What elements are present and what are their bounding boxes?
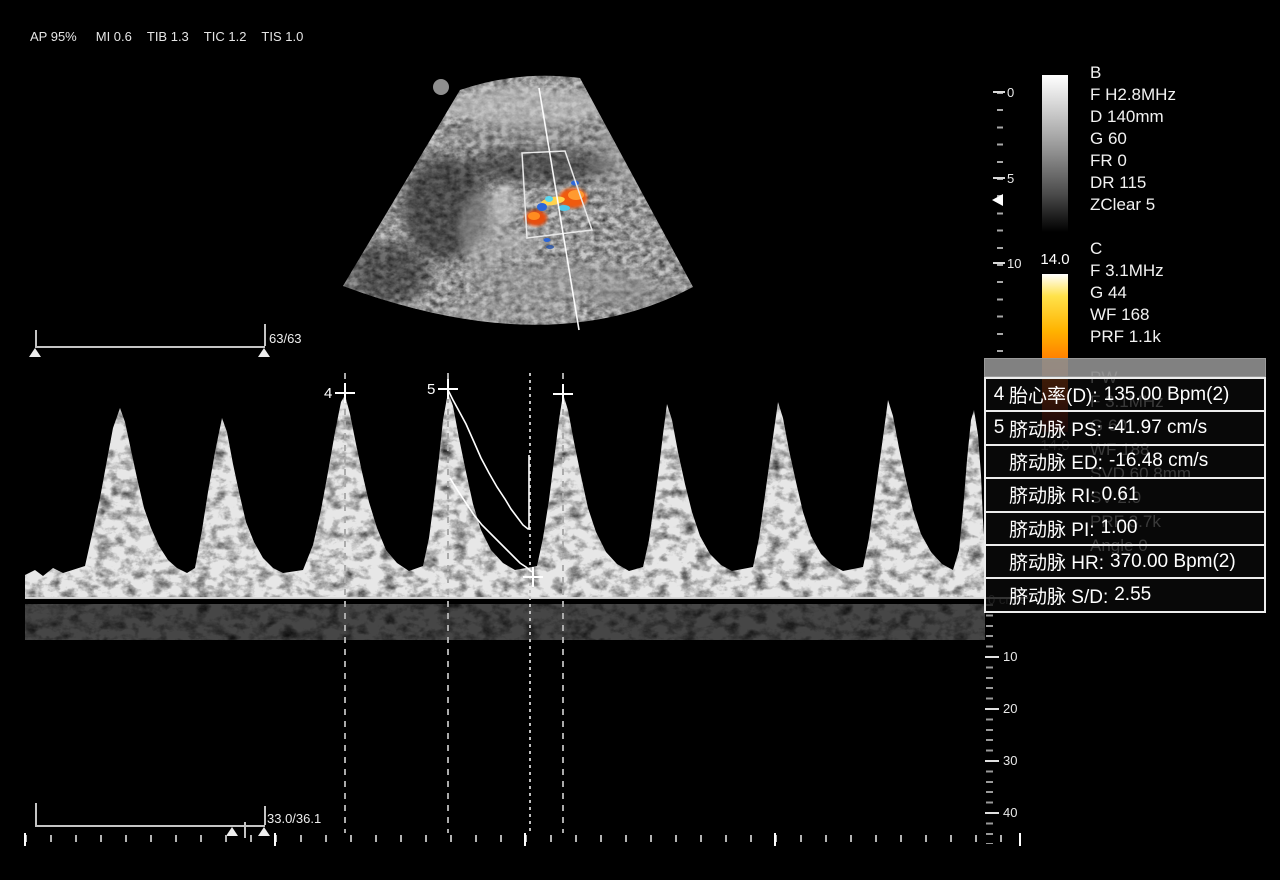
velocity-tick-10 xyxy=(985,656,999,658)
velocity-label-30: 30 xyxy=(1003,753,1017,768)
focus-marker-icon[interactable] xyxy=(992,194,1003,206)
doppler-baseline[interactable] xyxy=(25,597,1028,599)
b-mode-title: B xyxy=(1090,62,1176,84)
velocity-tick-30 xyxy=(985,760,999,762)
status-ap: AP 95% xyxy=(30,29,77,44)
velocity-label-10: 10 xyxy=(1003,649,1017,664)
result-row-ua-pi: 脐动脉 PI: 1.00 xyxy=(984,511,1266,544)
depth-label-10: 10 xyxy=(1007,256,1021,271)
measure-line-4[interactable] xyxy=(344,373,346,833)
status-tib: TIB 1.3 xyxy=(147,29,189,44)
measurement-results-panel: 4 胎心率(D): 135.00 Bpm(2) 5 脐动脉 PS: -41.97… xyxy=(984,358,1266,613)
result-row-ua-ri: 脐动脉 RI: 0.61 xyxy=(984,477,1266,510)
time-major-tick xyxy=(524,833,526,846)
caliper-5-label: 5 xyxy=(427,381,435,398)
sweep-bar-end-tick xyxy=(264,806,266,825)
status-tis: TIS 1.0 xyxy=(261,29,303,44)
cine-frame-counter: 63/63 xyxy=(269,331,302,346)
result-row-ua-sd: 脐动脉 S/D: 2.55 xyxy=(984,577,1266,612)
depth-tick-10 xyxy=(993,262,1005,264)
time-major-tick xyxy=(274,833,276,846)
cine-bar-end-tick xyxy=(264,324,266,346)
caliper-5-cross[interactable] xyxy=(438,379,458,399)
time-major-tick xyxy=(774,833,776,846)
b-mode-sector-image xyxy=(330,58,722,344)
result-row-ua-hr: 脐动脉 HR: 370.00 Bpm(2) xyxy=(984,544,1266,577)
depth-tick-0 xyxy=(993,91,1005,93)
colorbar-scale-top-label: 14.0 xyxy=(1034,251,1076,268)
depth-label-5: 5 xyxy=(1007,171,1014,186)
velocity-label-20: 20 xyxy=(1003,701,1017,716)
sweep-bar-start-tick xyxy=(35,803,37,825)
status-mi: MI 0.6 xyxy=(96,29,132,44)
below-baseline-noise xyxy=(25,604,985,640)
velocity-ruler-minor-ticks xyxy=(986,604,993,844)
velocity-label-40: 40 xyxy=(1003,805,1017,820)
result-row-ua-ps: 5 脐动脉 PS: -41.97 cm/s xyxy=(984,410,1266,443)
grayscale-bar xyxy=(1042,75,1068,232)
depth-ruler-minor-ticks xyxy=(997,92,1003,354)
acoustic-output-statusbar: AP 95% MI 0.6 TIB 1.3 TIC 1.2 TIS 1.0 xyxy=(30,29,318,44)
cine-start-marker[interactable] xyxy=(29,348,41,357)
caliper-ed-cross[interactable] xyxy=(523,567,543,587)
results-panel-header[interactable] xyxy=(984,358,1266,377)
c-mode-params: C F 3.1MHz G 44 WF 168 PRF 1.1k xyxy=(1090,238,1164,348)
time-major-tick xyxy=(1019,833,1021,846)
caliper-4-label: 4 xyxy=(324,385,332,402)
cine-bar xyxy=(35,346,265,348)
time-major-tick xyxy=(24,833,26,846)
result-row-fetal-hr: 4 胎心率(D): 135.00 Bpm(2) xyxy=(984,377,1266,410)
result-row-ua-ed: 脐动脉 ED: -16.48 cm/s xyxy=(984,444,1266,477)
caliper-end-cross[interactable] xyxy=(553,384,573,404)
b-mode-params: B F H2.8MHz D 140mm G 60 FR 0 DR 115 ZCl… xyxy=(1090,62,1176,216)
ultrasound-screen: AP 95% MI 0.6 TIB 1.3 TIC 1.2 TIS 1.0 xyxy=(0,0,1280,880)
doppler-trace-envelope xyxy=(400,375,600,585)
depth-tick-5 xyxy=(993,177,1005,179)
cine-bar-start-tick xyxy=(35,330,37,346)
velocity-tick-40 xyxy=(985,812,999,814)
orientation-marker-dot xyxy=(433,79,449,95)
cine-position-marker[interactable] xyxy=(258,348,270,357)
status-tic: TIC 1.2 xyxy=(204,29,247,44)
sweep-time-label: 33.0/36.1 xyxy=(267,811,321,826)
velocity-tick-20 xyxy=(985,708,999,710)
c-mode-title: C xyxy=(1090,238,1164,260)
caliper-4-cross[interactable] xyxy=(335,383,355,403)
depth-label-0: 0 xyxy=(1007,85,1014,100)
